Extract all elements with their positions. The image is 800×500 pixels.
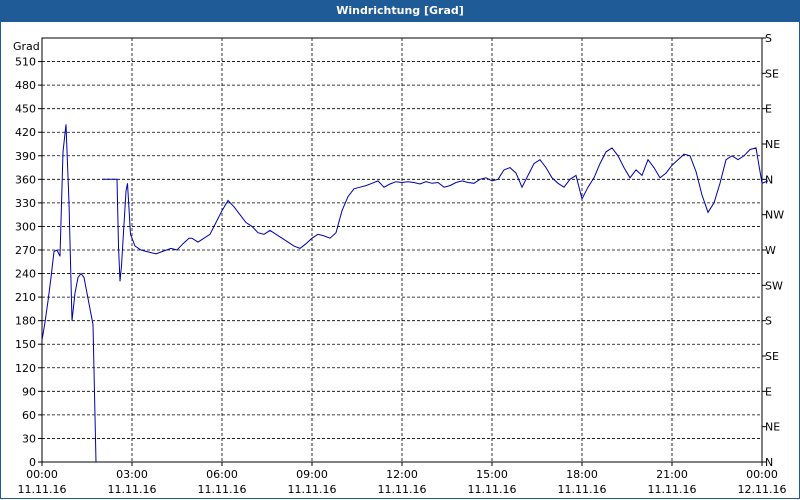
y-tick-label: 270 [15, 244, 36, 257]
x-tick-date-label: 11.11.16 [378, 483, 427, 496]
x-tick-date-label: 11.11.16 [198, 483, 247, 496]
y-tick-label: 330 [15, 197, 36, 210]
x-tick-date-label: 11.11.16 [288, 483, 337, 496]
y2-tick-label: E [765, 103, 772, 116]
y-tick-label: 180 [15, 315, 36, 328]
x-tick-time-label: 03:00 [116, 468, 148, 481]
chart-frame: Grad 0 30 60 90 120 150 180 210 240 270 300 330 360 39… [0, 22, 800, 499]
y2-tick-label: NE [765, 421, 780, 434]
y-tick-label: 30 [22, 432, 36, 445]
y-tick-label: 480 [15, 79, 36, 92]
x-tick-time-label: 15:00 [476, 468, 508, 481]
x-tick-date-label: 11.11.16 [468, 483, 517, 496]
series-line [41, 124, 97, 463]
y-tick-label: 390 [15, 150, 36, 163]
y-tick-label: 360 [15, 173, 36, 186]
y2-tick-label: W [765, 244, 776, 257]
x-tick-date-label: 11.11.16 [648, 483, 697, 496]
x-tick-time-label: 06:00 [206, 468, 238, 481]
y-tick-label: 120 [15, 362, 36, 375]
y-axis-label: Grad [13, 40, 40, 53]
x-tick-date-label: 12.11.16 [738, 483, 787, 496]
line-chart: Grad030609012015018021024027030033036039… [13, 32, 787, 496]
x-tick-date-label: 11.11.16 [108, 483, 157, 496]
y-tick-label: 150 [15, 338, 36, 351]
y-tick-label: 300 [15, 220, 36, 233]
x-tick-date-label: 11.11.16 [558, 483, 607, 496]
series-line [102, 147, 769, 282]
y2-tick-label: SW [765, 279, 783, 292]
x-tick-time-label: 12:00 [386, 468, 418, 481]
y-tick-label: 510 [15, 56, 36, 69]
y2-tick-label: S [765, 32, 772, 45]
y2-tick-label: SE [765, 67, 779, 80]
y2-tick-label: NW [765, 209, 784, 222]
y2-tick-label: N [765, 173, 773, 186]
x-tick-time-label: 18:00 [566, 468, 598, 481]
y2-tick-label: E [765, 385, 772, 398]
x-tick-time-label: 00:00 [26, 468, 58, 481]
chart-title: Windrichtung [Grad] [0, 0, 800, 22]
x-tick-time-label: 21:00 [656, 468, 688, 481]
y-tick-label: 240 [15, 268, 36, 281]
y2-tick-label: SE [765, 350, 779, 363]
y2-tick-label: NE [765, 138, 780, 151]
y-tick-label: 60 [22, 409, 36, 422]
x-tick-time-label: 00:00 [746, 468, 778, 481]
y-tick-label: 90 [22, 385, 36, 398]
y2-tick-label: S [765, 315, 772, 328]
y-tick-label: 420 [15, 126, 36, 139]
y-tick-label: 450 [15, 103, 36, 116]
y-tick-label: 210 [15, 291, 36, 304]
x-tick-date-label: 11.11.16 [18, 483, 67, 496]
x-tick-time-label: 09:00 [296, 468, 328, 481]
